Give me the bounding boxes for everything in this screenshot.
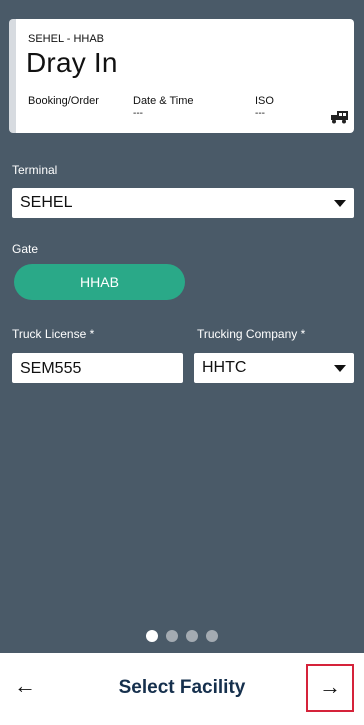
date-time-label: Date & Time (133, 95, 194, 107)
page-dot-4[interactable] (206, 630, 218, 642)
page-indicator (0, 630, 364, 642)
next-arrow-icon[interactable]: → (306, 664, 354, 712)
booking-order-column: Booking/Order (28, 95, 99, 108)
iso-label: ISO (255, 95, 274, 107)
page-dot-2[interactable] (166, 630, 178, 642)
trucking-company-label: Trucking Company * (197, 327, 306, 341)
terminal-value: SEHEL (20, 194, 73, 211)
date-time-column: Date & Time --- (133, 95, 194, 119)
chevron-down-icon (334, 365, 346, 372)
trucking-company-select[interactable]: HHTC (194, 353, 354, 383)
gate-button[interactable]: HHAB (14, 264, 185, 300)
terminal-select[interactable]: SEHEL (12, 188, 354, 218)
truck-icon (331, 111, 348, 124)
summary-card: SEHEL - HHAB Dray In Booking/Order Date … (9, 19, 354, 133)
page-dot-1[interactable] (146, 630, 158, 642)
terminal-label: Terminal (12, 163, 58, 177)
truck-license-input[interactable]: SEM555 (12, 353, 183, 383)
truck-license-label: Truck License * (12, 327, 95, 341)
chevron-down-icon (334, 200, 346, 207)
trucking-company-value: HHTC (202, 359, 247, 376)
iso-value: --- (255, 108, 265, 119)
card-subtitle: SEHEL - HHAB (28, 33, 105, 45)
iso-column: ISO --- (255, 95, 274, 119)
gate-label: Gate (12, 242, 39, 256)
truck-license-value: SEM555 (20, 360, 82, 377)
booking-order-label: Booking/Order (28, 95, 99, 107)
bottom-bar: ← Select Facility → (0, 653, 364, 725)
card-title: Dray In (26, 47, 118, 78)
date-time-value: --- (133, 108, 143, 119)
page-dot-3[interactable] (186, 630, 198, 642)
